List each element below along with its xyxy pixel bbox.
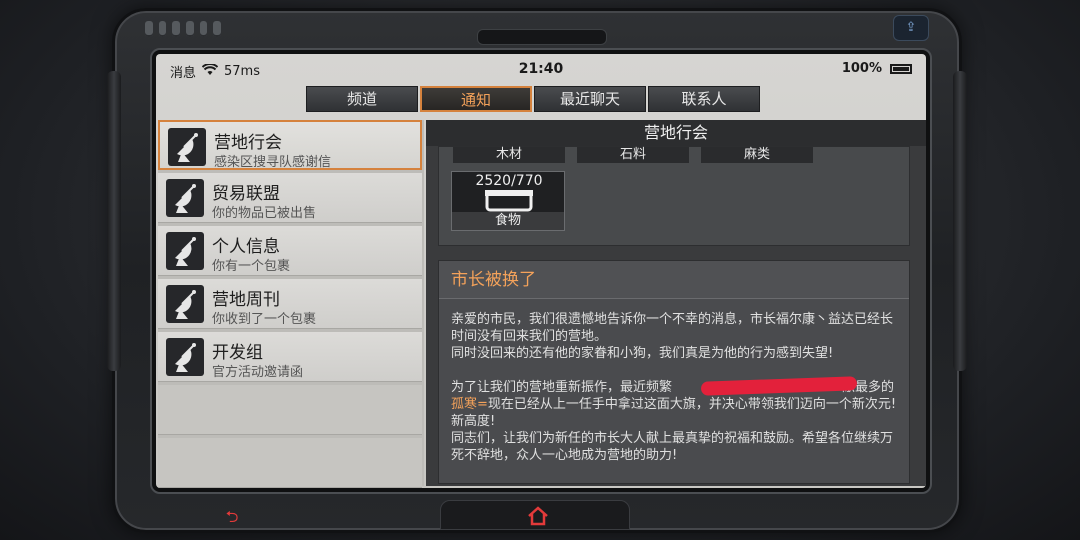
upload-icon[interactable]: ⇪: [893, 15, 929, 41]
tab-contacts[interactable]: 联系人: [648, 86, 760, 112]
list-item-title: 营地行会: [214, 133, 282, 153]
list-item-subtitle: 官方活动邀请函: [212, 365, 304, 380]
list-item-subtitle: 你收到了一个包裹: [212, 312, 317, 327]
top-slot: [477, 29, 607, 45]
tab-bar: 频道 通知 最近聊天 联系人: [306, 86, 760, 112]
clock: 21:40: [518, 61, 564, 77]
list-item-camp-guild[interactable]: 营地行会 感染区搜寻队感谢信: [158, 120, 422, 170]
resource-label-stone: 石料: [577, 147, 689, 163]
satellite-dish-icon: [166, 338, 204, 376]
list-empty-slot: [158, 438, 422, 488]
battery-icon: [890, 63, 912, 74]
resource-name: 食物: [452, 212, 564, 230]
detail-header: 营地行会: [426, 120, 926, 146]
resource-label-wood: 木材: [453, 147, 565, 163]
list-item-title: 营地周刊: [212, 290, 280, 310]
satellite-dish-icon: [166, 285, 204, 323]
list-item-title: 个人信息: [212, 237, 280, 257]
home-icon[interactable]: [510, 506, 566, 528]
left-rail: [107, 71, 121, 371]
resource-count: 2520/770: [475, 173, 543, 189]
screen: 消息 57ms 21:40 100% 频道 通知 最近聊天 联系人 营地行会 感…: [156, 54, 926, 488]
satellite-dish-icon: [166, 179, 204, 217]
message-title: 市长被换了: [439, 261, 909, 299]
tab-recent-chats[interactable]: 最近聊天: [534, 86, 646, 112]
right-rail: [953, 71, 967, 371]
food-can-icon: [485, 190, 533, 212]
list-item-subtitle: 感染区搜寻队感谢信: [214, 155, 332, 170]
tab-channel[interactable]: 频道: [306, 86, 418, 112]
message-card: 市长被换了 亲爱的市民，我们很遗憾地告诉你一个不幸的消息，市长福尔康丶益达已经长…: [438, 260, 910, 484]
satellite-dish-icon: [168, 128, 206, 166]
battery-percent: 100%: [841, 61, 882, 76]
list-empty-slot: [158, 385, 422, 435]
satellite-dish-icon: [166, 232, 204, 270]
highlight-name: 孤寒=: [451, 397, 488, 412]
list-item-subtitle: 你的物品已被出售: [212, 206, 317, 221]
status-bar: 消息 57ms 21:40 100%: [156, 54, 926, 84]
back-arrow-icon[interactable]: ⮌: [204, 506, 260, 528]
list-item-personal-info[interactable]: 个人信息 你有一个包裹: [158, 226, 422, 276]
list-item-title: 开发组: [212, 343, 263, 363]
list-item-title: 贸易联盟: [212, 184, 280, 204]
list-item-subtitle: 你有一个包裹: [212, 259, 291, 274]
detail-panel: 营地行会 木材 石料 麻类 2520/770 食物 市长被换了 亲爱的市民，我们…: [426, 120, 926, 486]
message-paragraph: 同时没回来的还有他的家眷和小狗，我们真是为他的行为感到失望!: [451, 346, 834, 361]
speaker-grille: [145, 19, 222, 39]
list-item-trade-union[interactable]: 贸易联盟 你的物品已被出售: [158, 173, 422, 223]
notification-list: 营地行会 感染区搜寻队感谢信 贸易联盟 你的物品已被出售 个人信息 你有一个包裹…: [158, 120, 424, 488]
attachment-box: 木材 石料 麻类 2520/770 食物: [438, 146, 910, 246]
list-item-dev-team[interactable]: 开发组 官方活动邀请函: [158, 332, 422, 382]
tab-notification[interactable]: 通知: [420, 86, 532, 112]
resource-label-hemp: 麻类: [701, 147, 813, 163]
resource-item-food[interactable]: 2520/770 食物: [451, 171, 565, 231]
list-item-camp-weekly[interactable]: 营地周刊 你收到了一个包裹: [158, 279, 422, 329]
message-paragraph: 亲爱的市民，我们很遗憾地告诉你一个不幸的消息，市长福尔康丶益达已经长时间没有回来…: [451, 312, 894, 344]
message-paragraph: 同志们，让我们为新任的市长大人献上最真挚的祝福和鼓励。希望各位继续万死不辞地，众…: [451, 431, 894, 463]
